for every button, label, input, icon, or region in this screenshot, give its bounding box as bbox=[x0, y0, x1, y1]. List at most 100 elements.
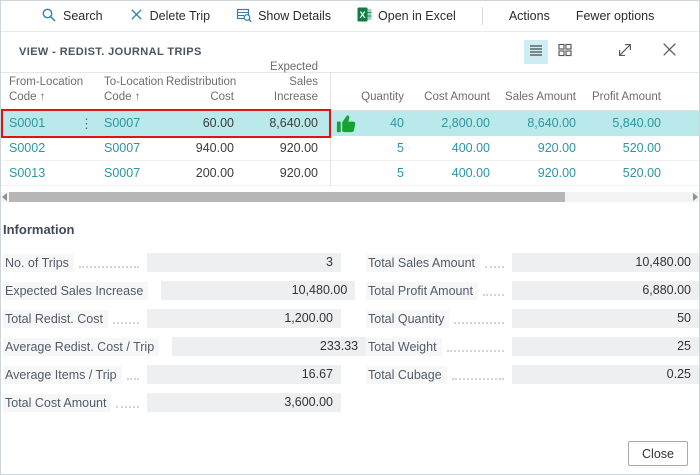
quantity-cell[interactable]: 5 bbox=[328, 141, 414, 155]
action-toolbar: Search Delete Trip Show Details X Open i… bbox=[1, 1, 699, 32]
toolbar-separator bbox=[482, 7, 483, 25]
info-field-no-of-trips: No. of Trips 3 bbox=[3, 253, 341, 272]
redistribution-cost-cell[interactable]: 200.00 bbox=[166, 166, 244, 180]
col-header-expected-sales-increase[interactable]: Expected Sales Increase bbox=[244, 60, 328, 110]
info-field-total-cubage: Total Cubage 0.25 bbox=[366, 365, 699, 384]
col-header-to-location[interactable]: To-Location Code ↑ bbox=[96, 75, 166, 110]
dotted-leader bbox=[454, 313, 504, 324]
close-icon bbox=[661, 41, 678, 63]
info-field-average-items: Average Items / Trip 16.67 bbox=[3, 365, 341, 384]
redistribution-cost-cell[interactable]: 940.00 bbox=[166, 141, 244, 155]
svg-text:X: X bbox=[360, 10, 366, 20]
col-header-from-location[interactable]: From-Location Code ↑ bbox=[1, 75, 96, 110]
profit-amount-cell[interactable]: 520.00 bbox=[586, 166, 671, 180]
field-label: Total Cubage bbox=[366, 366, 447, 384]
redistribution-cost-cell[interactable]: 60.00 bbox=[166, 116, 244, 130]
to-location-cell[interactable]: S0007 bbox=[96, 141, 166, 155]
close-button[interactable]: Close bbox=[628, 441, 688, 466]
scrollbar-thumb[interactable] bbox=[9, 192, 565, 202]
to-location-cell[interactable]: S0007 bbox=[96, 116, 166, 130]
dotted-leader bbox=[452, 369, 504, 380]
actions-menu[interactable]: Actions bbox=[509, 9, 550, 23]
info-field-total-redist-cost: Total Redist. Cost 1,200.00 bbox=[3, 309, 341, 328]
scroll-left-arrow-icon[interactable] bbox=[2, 193, 7, 201]
cost-amount-cell[interactable]: 400.00 bbox=[414, 166, 500, 180]
delete-trip-button[interactable]: Delete Trip bbox=[129, 7, 210, 25]
col-header-quantity[interactable]: Quantity bbox=[328, 90, 414, 110]
page-title: VIEW - REDIST. JOURNAL TRIPS bbox=[19, 46, 202, 58]
excel-icon: X bbox=[357, 7, 372, 25]
field-value: 3 bbox=[147, 253, 341, 272]
expected-sales-increase-cell[interactable]: 920.00 bbox=[244, 141, 328, 155]
expected-sales-increase-cell[interactable]: 920.00 bbox=[244, 166, 328, 180]
dotted-leader bbox=[79, 257, 139, 268]
tile-view-toggle[interactable] bbox=[553, 40, 577, 64]
row-menu-icon[interactable]: ⋮ bbox=[80, 117, 93, 130]
field-label: Average Items / Trip bbox=[3, 366, 122, 384]
field-label: Total Cost Amount bbox=[3, 394, 111, 412]
from-location-cell[interactable]: S0002 bbox=[1, 141, 96, 155]
profit-amount-cell[interactable]: 520.00 bbox=[586, 141, 671, 155]
expected-sales-increase-cell[interactable]: 8,640.00 bbox=[244, 116, 328, 130]
list-view-icon bbox=[528, 42, 544, 63]
to-location-cell[interactable]: S0007 bbox=[96, 166, 166, 180]
field-value: 3,600.00 bbox=[147, 393, 341, 412]
show-details-icon bbox=[236, 7, 252, 26]
tile-view-icon bbox=[557, 42, 573, 63]
expand-icon bbox=[616, 41, 634, 64]
horizontal-scrollbar[interactable] bbox=[1, 192, 699, 202]
search-button[interactable]: Search bbox=[41, 7, 103, 26]
field-label: Total Redist. Cost bbox=[3, 310, 108, 328]
expand-dialog-button[interactable] bbox=[613, 40, 637, 64]
field-value: 10,480.00 bbox=[512, 253, 699, 272]
from-location-cell[interactable]: S0013 bbox=[1, 166, 96, 180]
info-field-total-quantity: Total Quantity 50 bbox=[366, 309, 699, 328]
info-field-average-redist-cost: Average Redist. Cost / Trip 233.33 bbox=[3, 337, 341, 356]
list-view-toggle[interactable] bbox=[524, 40, 548, 64]
dotted-leader bbox=[116, 397, 139, 408]
thumbs-up-icon bbox=[334, 112, 359, 135]
cost-amount-cell[interactable]: 2,800.00 bbox=[414, 116, 500, 130]
col-header-profit-amount[interactable]: Profit Amount bbox=[586, 90, 671, 110]
field-label: Total Sales Amount bbox=[366, 254, 480, 272]
info-field-expected-sales-increase: Expected Sales Increase 10,480.00 bbox=[3, 281, 341, 300]
show-details-button[interactable]: Show Details bbox=[236, 7, 331, 26]
dialog-titlebar: VIEW - REDIST. JOURNAL TRIPS bbox=[1, 32, 699, 72]
field-label: Total Profit Amount bbox=[366, 282, 478, 300]
scroll-right-arrow-icon[interactable] bbox=[693, 193, 698, 201]
field-value: 25 bbox=[512, 337, 699, 356]
search-label: Search bbox=[63, 9, 103, 23]
frozen-column-divider bbox=[330, 72, 331, 186]
information-heading: Information bbox=[3, 222, 699, 237]
field-value: 6,880.00 bbox=[512, 281, 699, 300]
info-field-total-cost-amount: Total Cost Amount 3,600.00 bbox=[3, 393, 341, 412]
open-in-excel-label: Open in Excel bbox=[378, 9, 456, 23]
quantity-cell[interactable]: 5 bbox=[328, 166, 414, 180]
trips-table: From-Location Code ↑ To-Location Code ↑ … bbox=[1, 72, 699, 186]
info-field-total-sales-amount: Total Sales Amount 10,480.00 bbox=[366, 253, 699, 272]
cost-amount-cell[interactable]: 400.00 bbox=[414, 141, 500, 155]
sales-amount-cell[interactable]: 8,640.00 bbox=[500, 116, 586, 130]
col-header-sales-amount[interactable]: Sales Amount bbox=[500, 90, 586, 110]
dotted-leader bbox=[113, 313, 139, 324]
dotted-leader bbox=[447, 341, 504, 352]
field-value: 16.67 bbox=[147, 365, 341, 384]
col-header-redistribution-cost[interactable]: Redistribution Cost bbox=[166, 75, 244, 110]
fewer-options-menu[interactable]: Fewer options bbox=[576, 9, 655, 23]
table-row[interactable]: S0013 S0007 200.00 920.00 5 400.00 920.0… bbox=[1, 161, 699, 186]
field-label: No. of Trips bbox=[3, 254, 74, 272]
delete-trip-label: Delete Trip bbox=[150, 9, 210, 23]
sales-amount-cell[interactable]: 920.00 bbox=[500, 141, 586, 155]
open-in-excel-button[interactable]: X Open in Excel bbox=[357, 7, 456, 25]
table-row[interactable]: S0002 S0007 940.00 920.00 5 400.00 920.0… bbox=[1, 136, 699, 161]
col-header-cost-amount[interactable]: Cost Amount bbox=[414, 90, 500, 110]
dotted-leader bbox=[483, 285, 504, 296]
delete-x-icon bbox=[129, 7, 144, 25]
show-details-label: Show Details bbox=[258, 9, 331, 23]
sales-amount-cell[interactable]: 920.00 bbox=[500, 166, 586, 180]
close-dialog-button[interactable] bbox=[657, 40, 681, 64]
field-value: 0.25 bbox=[512, 365, 699, 384]
info-field-total-weight: Total Weight 25 bbox=[366, 337, 699, 356]
info-field-total-profit-amount: Total Profit Amount 6,880.00 bbox=[366, 281, 699, 300]
profit-amount-cell[interactable]: 5,840.00 bbox=[586, 116, 671, 130]
